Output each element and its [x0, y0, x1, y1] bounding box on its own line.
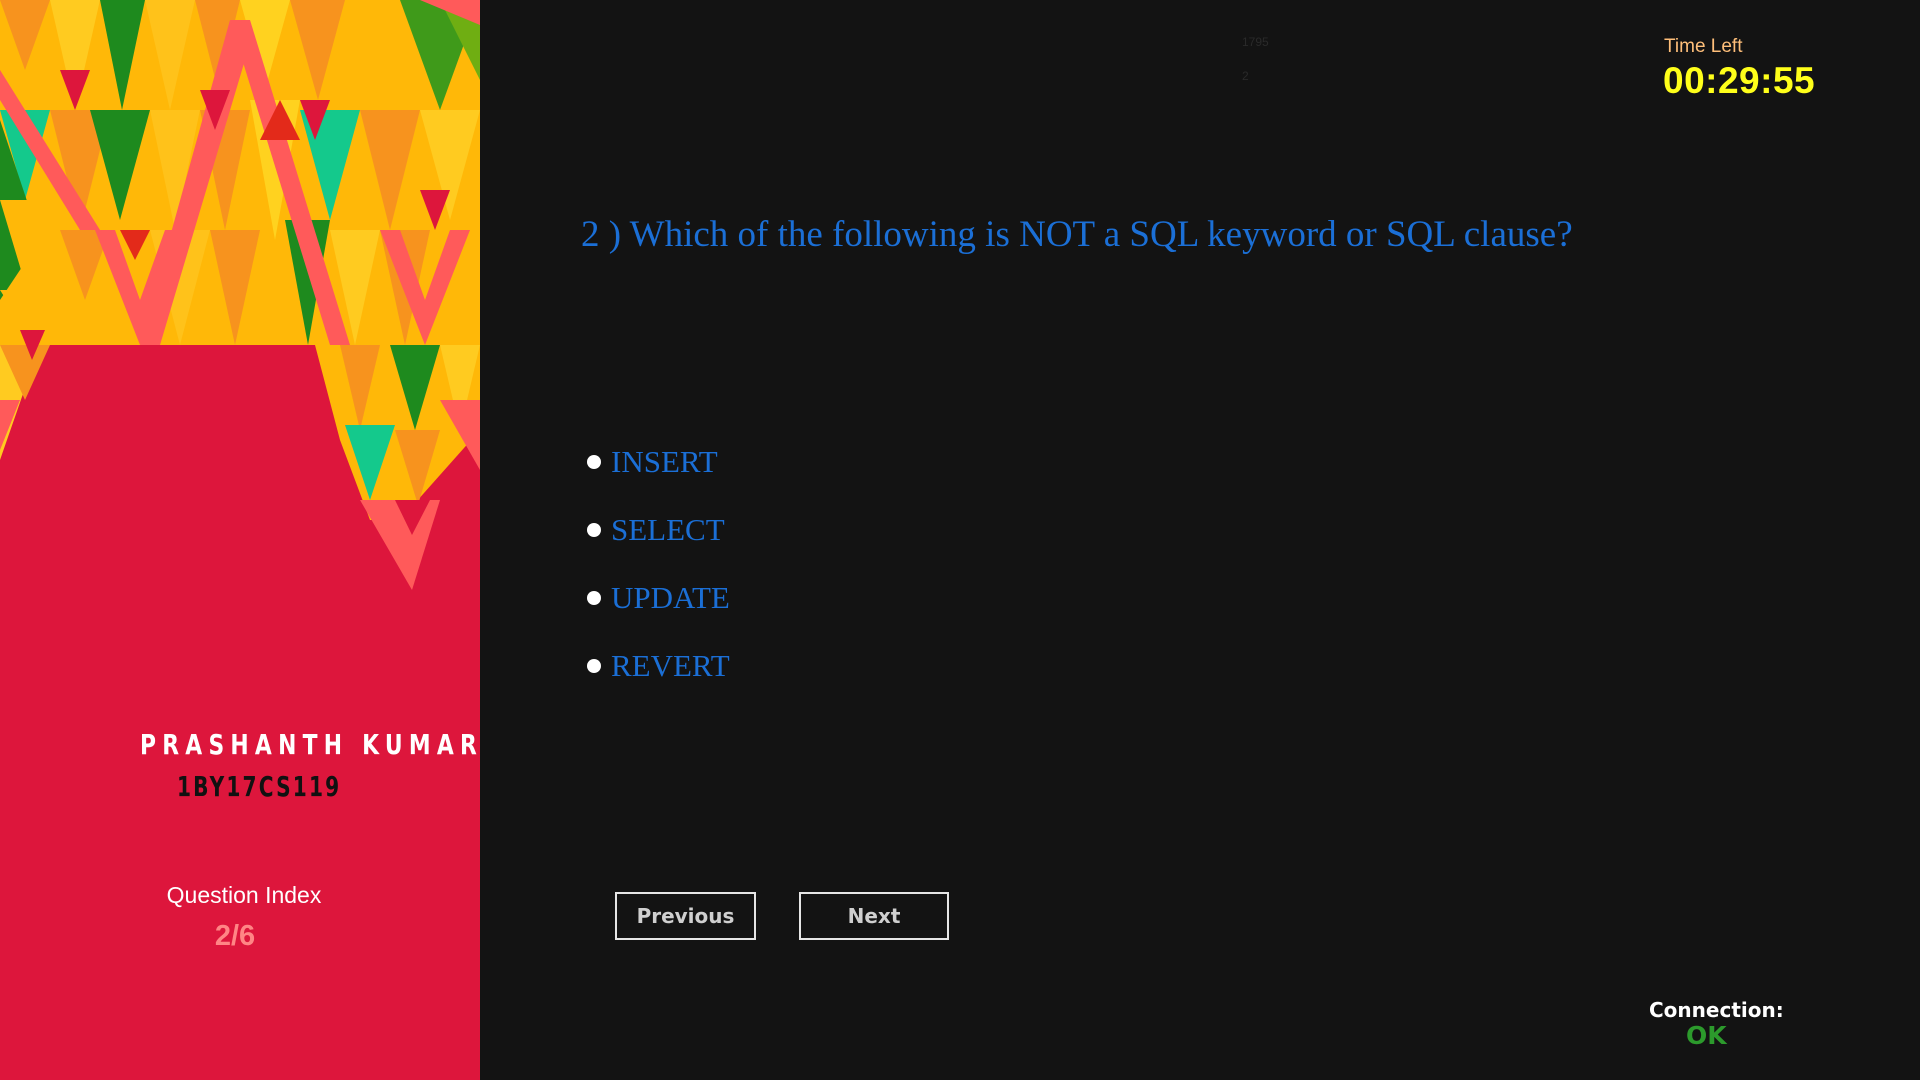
radio-button-icon[interactable] [587, 659, 601, 673]
timer-label: Time Left [1664, 36, 1743, 57]
quiz-screen: PRASHANTH KUMAR 1BY17CS119 Question Inde… [0, 0, 1920, 1080]
sidebar-panel: PRASHANTH KUMAR 1BY17CS119 Question Inde… [0, 0, 480, 1080]
answer-option-label[interactable]: INSERT [611, 444, 718, 480]
connection-status: OK [1686, 1021, 1727, 1050]
student-name: PRASHANTH KUMAR [140, 728, 480, 761]
answer-option-label[interactable]: SELECT [611, 512, 725, 548]
question-index-label: Question Index [166, 882, 322, 908]
question-text: 2 ) Which of the following is NOT a SQL … [581, 214, 1573, 255]
answer-options: INSERT SELECT UPDATE REVERT [587, 428, 730, 700]
answer-option-label[interactable]: UPDATE [611, 580, 730, 616]
debug-text: 2 [1242, 69, 1249, 83]
connection-label: Connection: [1649, 998, 1784, 1022]
geometric-pattern-decoration [0, 0, 480, 590]
answer-option[interactable]: UPDATE [587, 564, 730, 632]
answer-option[interactable]: INSERT [587, 428, 730, 496]
question-index-value: 2/6 [214, 920, 256, 952]
answer-option-label[interactable]: REVERT [611, 648, 730, 684]
answer-option[interactable]: SELECT [587, 496, 730, 564]
answer-option[interactable]: REVERT [587, 632, 730, 700]
previous-button[interactable]: Previous [615, 892, 756, 940]
next-button[interactable]: Next [799, 892, 949, 940]
student-usn: 1BY17CS119 [177, 770, 342, 803]
radio-button-icon[interactable] [587, 591, 601, 605]
timer-value: 00:29:55 [1663, 60, 1816, 101]
radio-button-icon[interactable] [587, 523, 601, 537]
radio-button-icon[interactable] [587, 455, 601, 469]
debug-text: 1795 [1242, 35, 1269, 49]
